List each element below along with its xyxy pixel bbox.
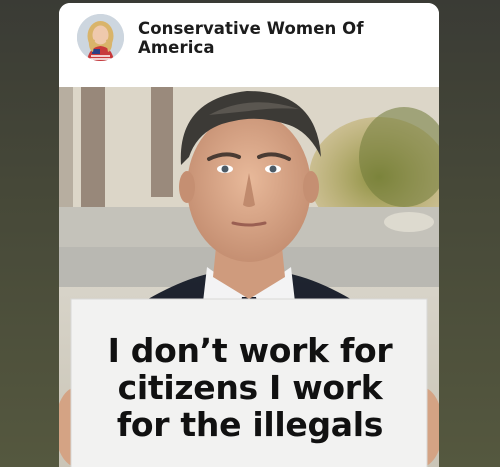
post-header: Conservative Women Of America (59, 3, 439, 83)
page-name[interactable]: Conservative Women Of America (138, 19, 388, 57)
sign-line-1: I don’t work for (107, 331, 393, 370)
post-card: Conservative Women Of America I don’t wo… (59, 3, 439, 467)
sign-line-3: for the illegals (116, 405, 384, 444)
avatar-photo (77, 14, 124, 61)
profile-avatar[interactable] (77, 14, 124, 61)
sign-text: I don’t work for citizens I work for the… (75, 332, 425, 443)
sign-line-2: citizens I work (117, 368, 383, 407)
